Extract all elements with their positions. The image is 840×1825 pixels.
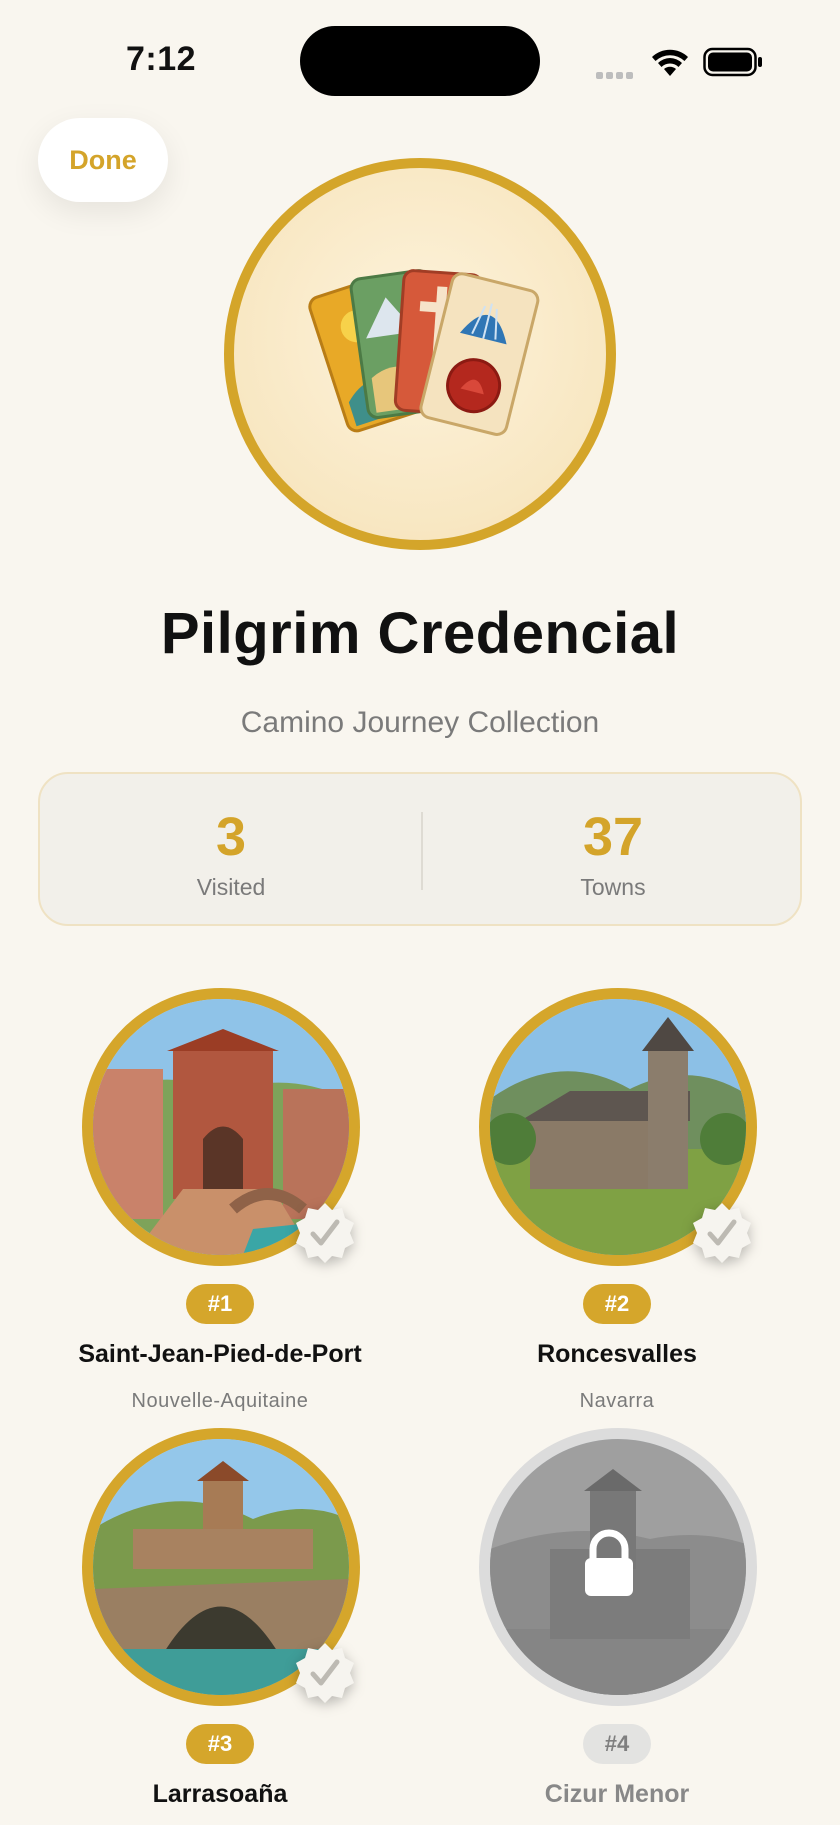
stat-towns: 37 Towns	[422, 774, 804, 928]
town-card-3[interactable]: #3 Larrasoaña	[0, 1428, 420, 1825]
town-name: Cizur Menor	[544, 1780, 690, 1808]
town-name: Roncesvalles	[537, 1340, 697, 1368]
town-card-4[interactable]: #4 Cizur Menor	[397, 1428, 817, 1825]
town-card-2[interactable]: #2 Roncesvalles Navarra	[397, 988, 817, 1428]
stat-value: 3	[215, 807, 247, 867]
visited-check-icon	[296, 1203, 354, 1263]
credential-hero	[224, 158, 616, 550]
town-number-badge: #3	[186, 1724, 254, 1764]
status-time: 7:12	[126, 40, 197, 78]
cellular-signal-icon	[596, 66, 640, 79]
visited-check-icon	[296, 1643, 354, 1703]
credential-cards-icon	[308, 269, 540, 436]
town-region: Navarra	[579, 1390, 655, 1412]
town-region: Nouvelle-Aquitaine	[131, 1390, 309, 1412]
stat-label: Visited	[196, 874, 266, 900]
stat-value: 37	[582, 807, 644, 867]
town-card-1[interactable]: #1 Saint-Jean-Pied-de-Port Nouvelle-Aqui…	[0, 988, 420, 1428]
lock-icon	[585, 1529, 633, 1596]
town-number-badge: #2	[583, 1284, 651, 1324]
town-name: Saint-Jean-Pied-de-Port	[78, 1340, 362, 1368]
town-name: Larrasoaña	[152, 1780, 288, 1808]
dynamic-island	[300, 26, 540, 96]
page-title: Pilgrim Credencial	[160, 601, 680, 666]
stat-visited: 3 Visited	[40, 774, 422, 928]
visited-check-icon	[693, 1203, 751, 1263]
stat-label: Towns	[580, 874, 646, 900]
status-bar: 7:12	[0, 0, 840, 120]
wifi-icon	[652, 49, 688, 76]
town-number-badge: #1	[186, 1284, 254, 1324]
page-subtitle: Camino Journey Collection	[240, 706, 600, 739]
battery-icon	[703, 47, 762, 77]
stats-panel: 3 Visited 37 Towns	[38, 772, 802, 926]
town-number-badge: #4	[583, 1724, 651, 1764]
done-button[interactable]: Done	[38, 118, 168, 202]
